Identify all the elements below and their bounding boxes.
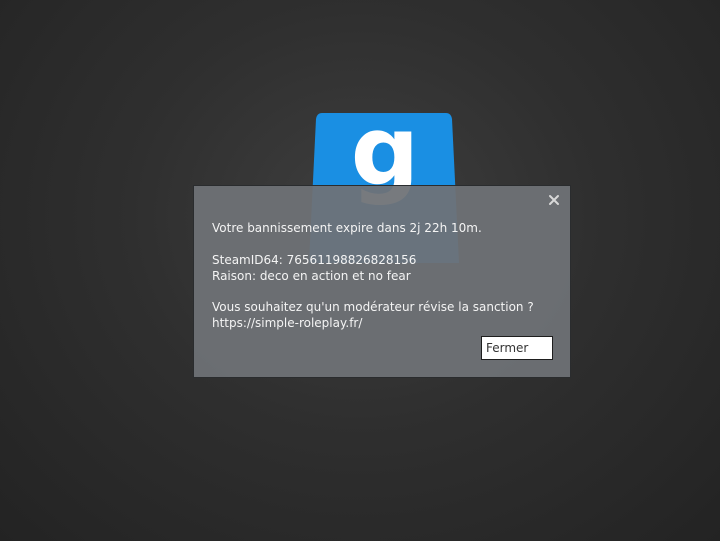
review-question-text: Vous souhaitez qu'un modérateur révise l…: [212, 300, 534, 314]
review-url-link[interactable]: https://simple-roleplay.fr/: [212, 316, 362, 331]
ban-dialog: Votre bannissement expire dans 2j 22h 10…: [193, 185, 571, 378]
close-icon[interactable]: [547, 193, 561, 207]
ban-expiry-text: Votre bannissement expire dans 2j 22h 10…: [212, 221, 482, 235]
ban-reason-text: Raison: deco en action et no fear: [212, 269, 411, 283]
steamid-text: SteamID64: 76561198826828156: [212, 253, 417, 267]
fermer-button[interactable]: Fermer: [481, 336, 553, 360]
